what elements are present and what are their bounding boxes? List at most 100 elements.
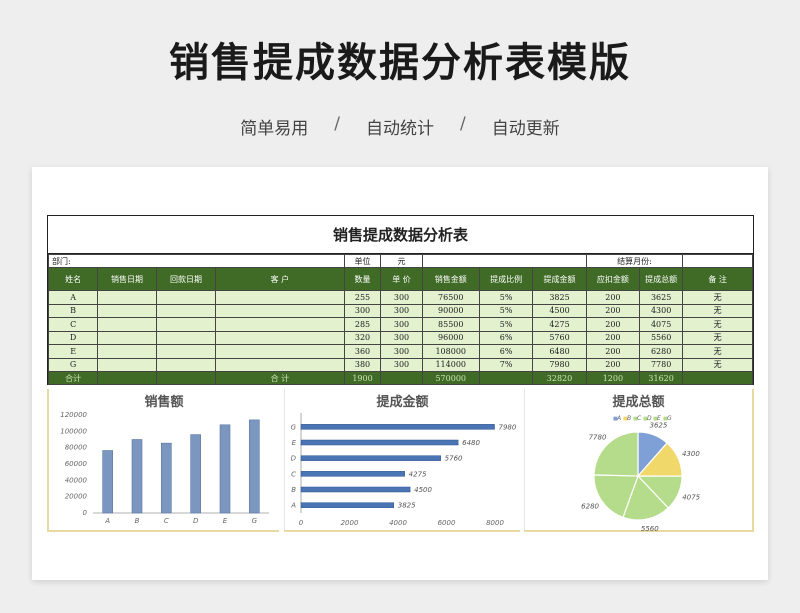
table-cell[interactable]: 200 [585,303,641,318]
table-cell[interactable]: 300 [343,303,382,318]
table-cell[interactable] [215,303,345,318]
table-cell[interactable]: 4300 [639,303,684,318]
table-cell[interactable]: B [47,303,99,318]
table-cell[interactable] [215,330,345,345]
table-cell[interactable]: 200 [585,344,641,359]
table-cell[interactable] [215,357,345,372]
bar [300,486,411,493]
table-cell[interactable] [215,344,345,359]
column-header: 备 注 [682,267,753,291]
table-cell[interactable]: 4275 [532,317,587,332]
table-cell[interactable] [155,330,217,345]
table-cell[interactable]: 7% [478,357,534,372]
table-cell[interactable]: 360 [343,344,382,359]
data-label: 7980 [499,423,517,431]
table-cell[interactable] [155,317,217,332]
table-cell[interactable] [97,344,157,359]
table-cell[interactable] [97,303,157,318]
x-tick-label: E [223,517,228,525]
table-cell[interactable]: A [47,290,99,305]
table-cell[interactable]: 5% [478,290,534,305]
data-label: 6280 [581,502,599,510]
table-cell[interactable]: 85500 [421,317,480,332]
table-cell[interactable]: 300 [380,317,423,332]
table-cell[interactable] [215,317,345,332]
table-cell[interactable]: 3625 [639,290,684,305]
table-cell[interactable]: 200 [585,290,641,305]
table-cell[interactable]: 76500 [421,290,480,305]
column-header: 销售金额 [421,267,480,291]
table-cell[interactable] [155,344,217,359]
table-cell[interactable]: 285 [343,317,382,332]
table-cell[interactable]: 无 [682,303,753,318]
table-cell[interactable]: 5560 [639,330,684,345]
table-cell[interactable] [155,357,217,372]
table-cell[interactable]: 5% [478,303,534,318]
column-header: 姓名 [47,267,99,291]
table-cell[interactable] [97,330,157,345]
table-cell[interactable]: 7780 [639,357,684,372]
x-tick-label: 6000 [438,519,456,527]
total-cell [478,371,534,385]
table-cell[interactable]: 114000 [421,357,480,372]
column-header: 提成金额 [532,267,587,291]
table-cell[interactable] [97,357,157,372]
table-cell[interactable]: 无 [682,290,753,305]
table-cell[interactable]: 4500 [532,303,587,318]
table-cell[interactable]: 380 [343,357,382,372]
table-cell[interactable]: 7980 [532,357,587,372]
table-cell[interactable]: 3825 [532,290,587,305]
table-cell[interactable]: D [47,330,99,345]
table-cell[interactable]: 6% [478,330,534,345]
column-header: 提成比例 [478,267,534,291]
table-cell[interactable]: E [47,344,99,359]
table-cell[interactable]: 255 [343,290,382,305]
table-cell[interactable]: 300 [380,357,423,372]
table-cell[interactable]: 320 [343,330,382,345]
table-cell[interactable]: 5% [478,317,534,332]
table-cell[interactable]: 108000 [421,344,480,359]
table-cell[interactable]: 无 [682,344,753,359]
table-cell[interactable]: 96000 [421,330,480,345]
column-header: 回款日期 [155,267,217,291]
table-row: D 320 300 96000 6% 5760 200 5560 无 [47,330,753,345]
table-cell[interactable]: 300 [380,290,423,305]
table-cell[interactable] [155,290,217,305]
y-tick-label: B [291,486,296,494]
table-cell[interactable]: 6480 [532,344,587,359]
table-cell[interactable]: 6% [478,344,534,359]
sales-bar-chart: 0 20000 40000 60000 80000 100000 120000 A B C D E G [60,411,269,525]
y-tick-label: 0 [83,509,88,517]
meta-row: 部门: 单位 元 结算月份: [47,254,753,268]
table-cell[interactable]: 200 [585,317,641,332]
column-header: 数量 [343,267,382,291]
bar [249,419,260,514]
table-cell[interactable] [215,290,345,305]
table-cell[interactable]: G [47,357,99,372]
y-tick-label: G [291,423,297,431]
column-header: 单 价 [380,267,423,291]
table-cell[interactable]: 4075 [639,317,684,332]
unit-value: 元 [380,254,423,268]
table-cell[interactable] [97,317,157,332]
table-cell[interactable]: 200 [585,330,641,345]
table-cell[interactable]: 无 [682,357,753,372]
dept-value [97,254,345,268]
table-cell[interactable]: 无 [682,317,753,332]
y-tick-label: 40000 [65,476,88,484]
table-cell[interactable]: 90000 [421,303,480,318]
table-cell[interactable] [97,290,157,305]
bar [190,434,201,514]
table-cell[interactable]: 300 [380,330,423,345]
bar [300,424,495,430]
y-tick-label: 20000 [65,493,88,501]
table-cell[interactable]: 无 [682,330,753,345]
table-cell[interactable]: 6280 [639,344,684,359]
table-cell[interactable]: C [47,317,99,332]
table-cell[interactable]: 300 [380,344,423,359]
x-tick-label: 2000 [341,519,359,527]
table-cell[interactable]: 200 [585,357,641,372]
table-cell[interactable]: 300 [380,303,423,318]
table-cell[interactable]: 5760 [532,330,587,345]
table-cell[interactable] [155,303,217,318]
